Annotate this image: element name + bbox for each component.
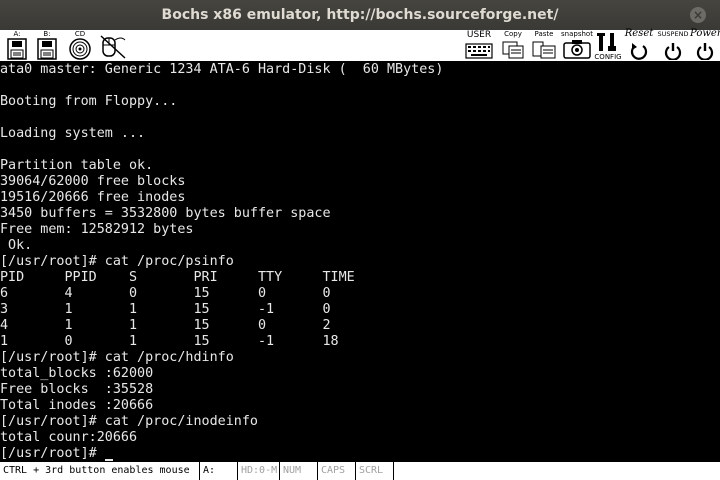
power-button[interactable]: Power [690,28,720,62]
floppy-b-button[interactable]: B: [36,30,58,62]
copy-label: Copy [504,30,522,38]
user-button[interactable]: USER [464,30,494,62]
camera-icon [560,38,594,60]
paste-label: Paste [534,30,554,38]
reset-button[interactable]: Reset [624,28,654,62]
status-scroll-lock: SCRL [356,462,394,480]
terminal-line: Booting from Floppy... [0,94,178,109]
terminal-line: 19516/20666 free inodes [0,190,186,205]
terminal-line: Free blocks :35528 [0,382,154,397]
config-icon [594,32,622,52]
floppy-a-button[interactable]: A: [6,30,28,62]
terminal-line: Loading system ... [0,126,146,141]
cdrom-label: CD [74,30,86,38]
paste-icon [530,40,558,60]
mouse-icon [98,34,128,60]
reset-icon [624,42,654,60]
status-message: CTRL + 3rd button enables mouse [0,462,200,480]
text-cursor [104,459,113,461]
status-num-lock: NUM [280,462,318,480]
terminal-line: total counr:20666 [0,430,138,445]
config-label: CONFIG [594,53,622,61]
status-empty-cell [394,462,720,480]
terminal-line: 1 0 1 15 -1 18 [0,334,339,349]
cdrom-button[interactable]: CD [66,30,94,62]
terminal-line: 3 1 1 15 -1 0 [0,302,331,317]
bochs-toolbar: A: B: CD USER Copy Paste snapshot CONFIG… [0,28,720,62]
floppy-a-icon [6,38,28,60]
floppy-b-icon [36,38,58,60]
status-caps-lock: CAPS [318,462,356,480]
power-label: Power [690,28,720,39]
terminal-line: PID PPID S PRI TTY TIME [0,270,355,285]
terminal-line: 6 4 0 15 0 0 [0,286,331,301]
floppy-a-label: A: [13,30,21,38]
terminal-line: total_blocks :62000 [0,366,154,381]
user-label: USER [466,30,492,40]
terminal-line: Partition table ok. [0,158,154,173]
status-drive-a: A: [200,462,238,480]
shell-prompt: [/usr/root]# [0,446,105,461]
window-title: Bochs x86 emulator, http://bochs.sourcef… [161,7,559,23]
mouse-capture-button[interactable] [98,30,128,62]
terminal-screen[interactable]: ata0 master: Generic 1234 ATA-6 Hard-Dis… [0,62,720,462]
copy-button[interactable]: Copy [500,30,526,62]
terminal-line: ata0 master: Generic 1234 ATA-6 Hard-Dis… [0,62,444,77]
suspend-icon [656,42,690,60]
terminal-line: Total inodes :20666 [0,398,154,413]
terminal-line: [/usr/root]# cat /proc/hdinfo [0,350,234,365]
terminal-line: 3450 buffers = 3532800 bytes buffer spac… [0,206,331,221]
cdrom-icon [66,38,94,60]
snapshot-label: snapshot [561,30,593,38]
terminal-line: 39064/62000 free blocks [0,174,186,189]
floppy-b-label: B: [43,30,51,38]
window-titlebar[interactable]: Bochs x86 emulator, http://bochs.sourcef… [0,0,720,30]
snapshot-button[interactable]: snapshot [560,30,594,62]
terminal-prompt-line[interactable]: [/usr/root]# [0,446,720,462]
status-hd-indicator: HD:0-M [238,462,280,480]
terminal-line: [/usr/root]# cat /proc/inodeinfo [0,414,258,429]
copy-icon [500,40,526,60]
keyboard-icon [464,42,494,60]
reset-label: Reset [624,28,654,39]
suspend-button[interactable]: SUSPEND [656,30,690,62]
terminal-line: [/usr/root]# cat /proc/psinfo [0,254,234,269]
terminal-line: 4 1 1 15 0 2 [0,318,331,333]
paste-button[interactable]: Paste [530,30,558,62]
config-button[interactable]: CONFIG [594,30,622,62]
window-close-button[interactable]: × [690,7,706,23]
terminal-line: Free mem: 12582912 bytes [0,222,194,237]
status-bar: CTRL + 3rd button enables mouse A: HD:0-… [0,462,720,480]
suspend-label: SUSPEND [657,30,689,38]
terminal-line: Ok. [0,238,33,253]
power-icon [690,42,720,60]
